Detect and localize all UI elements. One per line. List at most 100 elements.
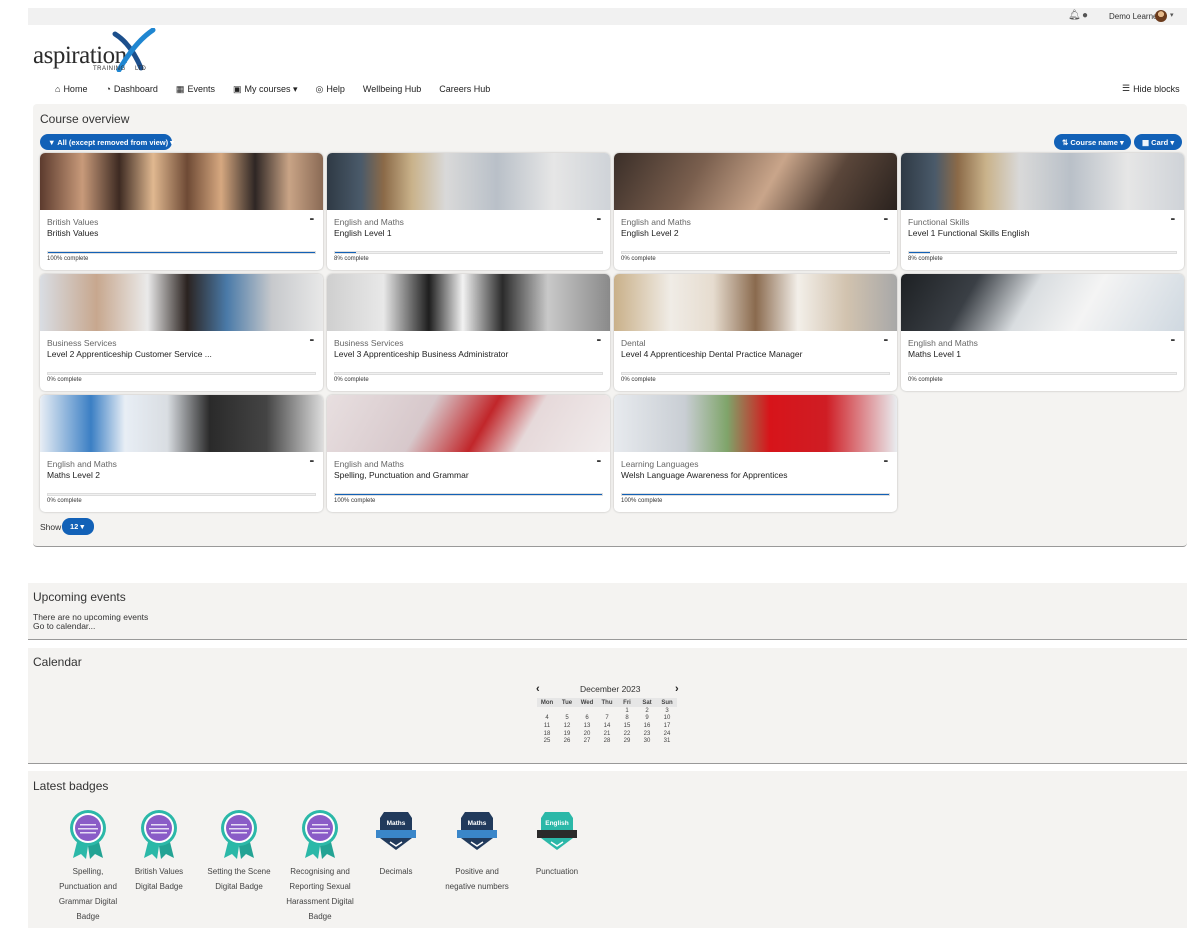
course-card[interactable]: Business Services Level 3 Apprenticeship …: [327, 274, 610, 391]
calendar-day[interactable]: 3: [657, 707, 677, 715]
badge-item[interactable]: Recognising and Reporting Sexual Harassm…: [284, 808, 356, 924]
calendar-day[interactable]: 9: [637, 715, 657, 723]
filter-dropdown[interactable]: ▼ All (except removed from view) ▾: [40, 134, 174, 150]
calendar-day[interactable]: 25: [537, 737, 557, 745]
course-image[interactable]: [327, 395, 610, 452]
course-image[interactable]: [40, 153, 323, 210]
badge-label[interactable]: Positive and negative numbers: [441, 864, 513, 894]
chevron-right-icon[interactable]: ›: [675, 683, 679, 695]
calendar-day[interactable]: 24: [657, 730, 677, 738]
view-dropdown[interactable]: ▦ Card ▾: [1134, 134, 1182, 150]
calendar-day[interactable]: 12: [557, 722, 577, 730]
calendar-day[interactable]: 10: [657, 715, 677, 723]
course-image[interactable]: [614, 153, 897, 210]
nav-item[interactable]: ⌂ Home: [55, 84, 87, 94]
more-options-icon[interactable]: •••: [310, 338, 314, 344]
course-image[interactable]: [614, 274, 897, 331]
course-name[interactable]: English Level 1: [334, 228, 392, 238]
more-options-icon[interactable]: •••: [1171, 338, 1175, 344]
chevron-left-icon[interactable]: ‹: [536, 683, 540, 695]
nav-item[interactable]: ◔ Dashboard: [105, 84, 157, 94]
course-image[interactable]: [901, 153, 1184, 210]
course-image[interactable]: [614, 395, 897, 452]
more-options-icon[interactable]: •••: [597, 459, 601, 465]
course-name[interactable]: English Level 2: [621, 228, 679, 238]
badge-image[interactable]: English: [537, 808, 577, 860]
nav-item[interactable]: ▦ Events: [176, 84, 215, 95]
calendar-day[interactable]: 26: [557, 737, 577, 745]
badge-label[interactable]: Setting the Scene Digital Badge: [203, 864, 275, 894]
avatar[interactable]: [1155, 10, 1167, 22]
more-options-icon[interactable]: •••: [884, 459, 888, 465]
calendar-day[interactable]: 13: [577, 722, 597, 730]
more-options-icon[interactable]: •••: [884, 338, 888, 344]
course-name[interactable]: Level 3 Apprenticeship Business Administ…: [334, 349, 508, 359]
calendar-day[interactable]: 6: [577, 715, 597, 723]
badge-image[interactable]: [139, 808, 179, 860]
calendar-day[interactable]: 17: [657, 722, 677, 730]
course-card[interactable]: Learning Languages Welsh Language Awarene…: [614, 395, 897, 512]
per-page-dropdown[interactable]: 12 ▾: [62, 518, 94, 535]
site-logo[interactable]: aspiration TRAINING LTD: [33, 28, 163, 76]
bell-icon[interactable]: 🔔︎: [1068, 10, 1081, 21]
badge-image[interactable]: Maths: [376, 808, 416, 860]
more-options-icon[interactable]: •••: [1171, 217, 1175, 223]
badge-image[interactable]: [300, 808, 340, 860]
course-image[interactable]: [40, 395, 323, 452]
badge-image[interactable]: [68, 808, 108, 860]
course-name[interactable]: Level 1 Functional Skills English: [908, 228, 1029, 238]
sort-dropdown[interactable]: ⇅ Course name ▾: [1054, 134, 1131, 150]
badge-label[interactable]: Decimals: [360, 864, 432, 879]
more-options-icon[interactable]: •••: [597, 217, 601, 223]
calendar-day[interactable]: 19: [557, 730, 577, 738]
calendar-day[interactable]: 2: [637, 707, 657, 715]
calendar-day[interactable]: 23: [637, 730, 657, 738]
course-name[interactable]: Maths Level 1: [908, 349, 961, 359]
calendar-day[interactable]: 11: [537, 722, 557, 730]
course-card[interactable]: British Values British Values ••• 100% comp…: [40, 153, 323, 270]
calendar-day[interactable]: 1: [617, 707, 637, 715]
calendar-day[interactable]: 4: [537, 715, 557, 723]
course-card[interactable]: English and Maths English Level 2 ••• 0% co…: [614, 153, 897, 270]
calendar-day[interactable]: 22: [617, 730, 637, 738]
course-name[interactable]: Spelling, Punctuation and Grammar: [334, 470, 469, 480]
hide-blocks-button[interactable]: ☰ Hide blocks: [1122, 83, 1180, 94]
nav-item[interactable]: ◎ Help: [316, 84, 345, 95]
badge-label[interactable]: Recognising and Reporting Sexual Harassm…: [284, 864, 356, 924]
badge-label[interactable]: Spelling, Punctuation and Grammar Digita…: [52, 864, 124, 924]
more-options-icon[interactable]: •••: [884, 217, 888, 223]
calendar-day[interactable]: 21: [597, 730, 617, 738]
badge-item[interactable]: Maths Positive and negative numbers: [441, 808, 513, 894]
course-card[interactable]: Dental Level 4 Apprenticeship Dental Prac…: [614, 274, 897, 391]
badge-item[interactable]: Spelling, Punctuation and Grammar Digita…: [52, 808, 124, 924]
badge-label[interactable]: British Values Digital Badge: [123, 864, 195, 894]
course-name[interactable]: Level 4 Apprenticeship Dental Practice M…: [621, 349, 802, 359]
badge-image[interactable]: Maths: [457, 808, 497, 860]
calendar-day[interactable]: 30: [637, 737, 657, 745]
badge-label[interactable]: Punctuation: [521, 864, 593, 879]
nav-item[interactable]: Wellbeing Hub: [363, 84, 421, 94]
calendar-day[interactable]: 18: [537, 730, 557, 738]
course-card[interactable]: English and Maths English Level 1 ••• 8% co…: [327, 153, 610, 270]
chevron-down-icon[interactable]: ▾: [1170, 11, 1174, 19]
course-name[interactable]: British Values: [47, 228, 98, 238]
user-name[interactable]: Demo Learner: [1109, 12, 1160, 21]
calendar-day[interactable]: 16: [637, 722, 657, 730]
course-name[interactable]: Maths Level 2: [47, 470, 100, 480]
course-card[interactable]: Business Services Level 2 Apprenticeship …: [40, 274, 323, 391]
course-image[interactable]: [40, 274, 323, 331]
calendar-day[interactable]: 20: [577, 730, 597, 738]
more-options-icon[interactable]: •••: [310, 217, 314, 223]
course-image[interactable]: [327, 153, 610, 210]
calendar-day[interactable]: 28: [597, 737, 617, 745]
calendar-day[interactable]: 7: [597, 715, 617, 723]
go-to-calendar-link[interactable]: Go to calendar...: [33, 621, 95, 631]
course-card[interactable]: Functional Skills Level 1 Functional Skil…: [901, 153, 1184, 270]
more-options-icon[interactable]: •••: [310, 459, 314, 465]
calendar-day[interactable]: 31: [657, 737, 677, 745]
nav-item[interactable]: Careers Hub: [439, 84, 490, 94]
calendar-day[interactable]: 8: [617, 715, 637, 723]
calendar-day[interactable]: 14: [597, 722, 617, 730]
course-card[interactable]: English and Maths Spelling, Punctuation a…: [327, 395, 610, 512]
course-image[interactable]: [901, 274, 1184, 331]
